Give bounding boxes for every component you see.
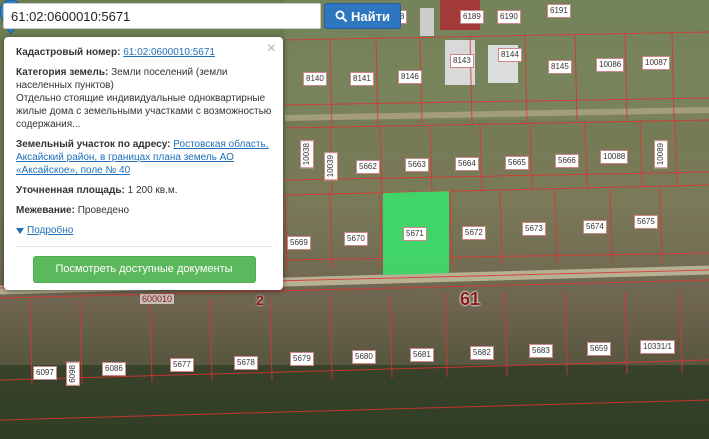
details-toggle[interactable]: Подробно	[16, 224, 73, 237]
parcel-label: 5671	[403, 227, 427, 241]
parcel-label: 5663	[405, 158, 429, 172]
parcel-label: 8143	[450, 54, 474, 68]
parcel-label: 5681	[410, 348, 434, 362]
parcel-label: 10088	[600, 150, 629, 164]
parcel-label: 5664	[455, 157, 479, 171]
parcel-label: 5673	[522, 222, 546, 236]
parcel-label: 5670	[344, 232, 368, 246]
area-value: 1 200 кв.м.	[127, 185, 178, 196]
search-button[interactable]: Найти	[324, 3, 401, 29]
parcel-label: 10331/1	[640, 340, 675, 354]
search-icon	[335, 10, 347, 22]
parcel-label: 8141	[350, 72, 374, 86]
parcel-label: 6098	[66, 362, 80, 386]
cadastral-label: Кадастровый номер:	[16, 47, 121, 58]
street-number: 2	[256, 292, 264, 308]
search-input[interactable]	[3, 3, 321, 29]
address-label: Земельный участок по адресу:	[16, 139, 171, 150]
survey-value: Проведено	[77, 205, 130, 216]
cadastral-row: Кадастровый номер: 61:02:0600010:5671	[16, 46, 272, 59]
parcel-label: 10038	[300, 140, 314, 169]
parcel-label: 10089	[654, 140, 668, 169]
parcel-label: 5662	[356, 160, 380, 174]
caret-down-icon	[16, 227, 24, 234]
parcel-label: 5672	[462, 226, 486, 240]
usage-text: Отдельно стоящие индивидуальные одноквар…	[16, 93, 272, 130]
parcel-label: 5669	[287, 236, 311, 250]
address-row: Земельный участок по адресу: Ростовская …	[16, 138, 272, 177]
parcel-label: 5677	[170, 358, 194, 372]
parcel-label: 8140	[303, 72, 327, 86]
parcel-label: 5675	[634, 215, 658, 229]
category-label: Категория земель:	[16, 67, 109, 78]
quarter-number: 61	[460, 289, 481, 309]
parcel-label: 10039	[324, 152, 338, 181]
search-button-label: Найти	[351, 8, 390, 24]
parcel-label: 5679	[290, 352, 314, 366]
parcel-label: 5680	[352, 350, 376, 364]
parcel-info-popup: × Кадастровый номер: 61:02:0600010:5671 …	[4, 37, 283, 290]
survey-row: Межевание: Проведено	[16, 204, 272, 217]
details-label: Подробно	[27, 225, 74, 236]
parcel-label: 6189	[460, 10, 484, 24]
cadastral-number-link[interactable]: 61:02:0600010:5671	[123, 47, 215, 58]
parcel-label: 8145	[548, 60, 572, 74]
details-row: Подробно	[16, 224, 272, 238]
survey-label: Межевание:	[16, 205, 75, 216]
parcel-label: 8146	[398, 70, 422, 84]
parcel-label: 5682	[470, 346, 494, 360]
quarter-code: 600010	[140, 294, 175, 304]
area-row: Уточненная площадь: 1 200 кв.м.	[16, 184, 272, 197]
parcel-label: 6097	[33, 366, 57, 380]
parcel-label: 6086	[102, 362, 126, 376]
parcel-label: 10087	[642, 56, 671, 70]
search-bar: Найти	[3, 3, 401, 29]
parcel-label: 6191	[547, 4, 571, 18]
close-icon[interactable]: ×	[267, 41, 276, 57]
category-row: Категория земель: Земли поселений (земли…	[16, 66, 272, 131]
parcel-label: 5659	[587, 342, 611, 356]
view-documents-button[interactable]: Посмотреть доступные документы	[32, 255, 256, 283]
parcel-label: 5678	[234, 356, 258, 370]
parcel-label: 5683	[529, 344, 553, 358]
parcel-label: 6190	[497, 10, 521, 24]
popup-divider	[16, 245, 272, 247]
area-label: Уточненная площадь:	[16, 185, 125, 196]
parcel-label: 8144	[498, 48, 522, 62]
parcel-label: 5665	[505, 156, 529, 170]
parcel-label: 5666	[555, 154, 579, 168]
parcel-label: 5674	[583, 220, 607, 234]
parcel-label: 10086	[596, 58, 625, 72]
